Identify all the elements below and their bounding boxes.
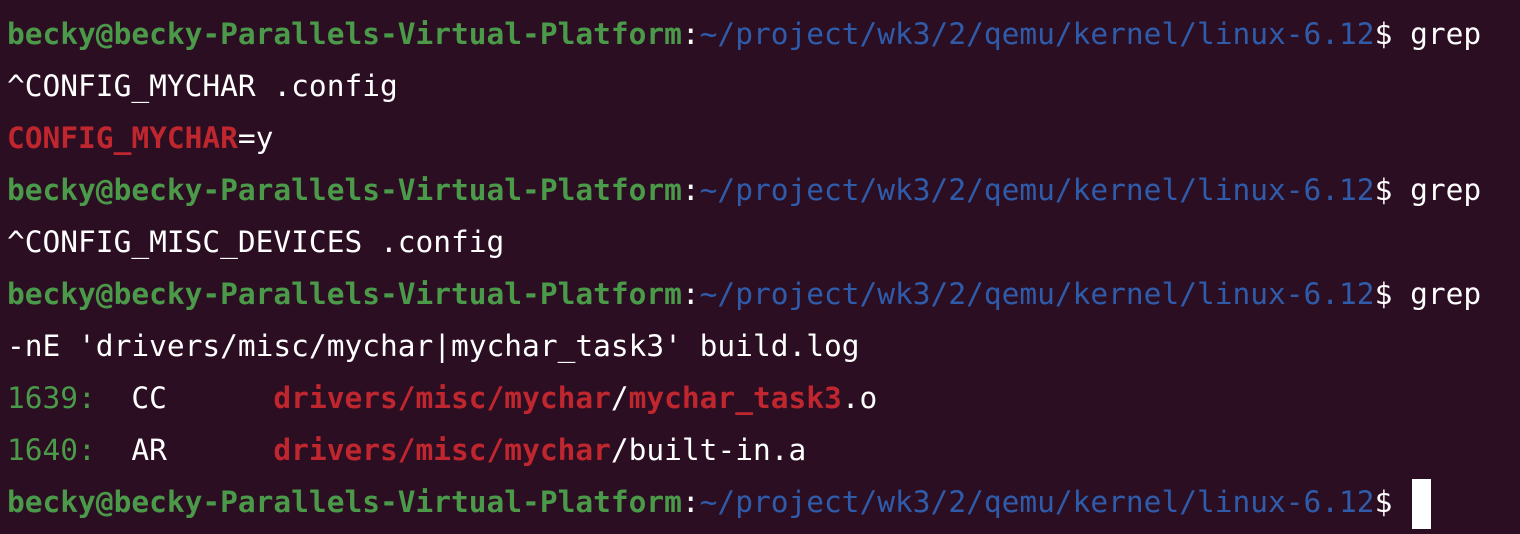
prompt-user-host: becky@becky-Parallels-Virtual-Platform bbox=[7, 277, 682, 311]
build-op: AR bbox=[95, 433, 274, 467]
line-number: 1639: bbox=[7, 381, 96, 415]
output-line: CONFIG_MYCHAR=y bbox=[7, 112, 1520, 164]
prompt-colon: : bbox=[681, 17, 700, 51]
prompt-colon: : bbox=[681, 277, 700, 311]
prompt-user-host: becky@becky-Parallels-Virtual-Platform bbox=[7, 485, 682, 519]
prompt-dollar: $ bbox=[1374, 485, 1411, 519]
command-text: grep bbox=[1410, 277, 1482, 311]
command-args: ^CONFIG_MYCHAR .config bbox=[7, 69, 398, 103]
command-text: grep bbox=[1410, 173, 1482, 207]
command-continuation: ^CONFIG_MISC_DEVICES .config bbox=[7, 216, 1520, 268]
prompt-line-2: becky@becky-Parallels-Virtual-Platform:~… bbox=[7, 164, 1520, 216]
command-continuation: -nE 'drivers/misc/mychar|mychar_task3' b… bbox=[7, 320, 1520, 372]
grep-match: drivers/misc/mychar bbox=[273, 381, 611, 415]
output-text: .o bbox=[841, 381, 878, 415]
grep-match: drivers/misc/mychar bbox=[273, 433, 611, 467]
command-continuation: ^CONFIG_MYCHAR .config bbox=[7, 60, 1520, 112]
prompt-line-1: becky@becky-Parallels-Virtual-Platform:~… bbox=[7, 8, 1520, 60]
command-text: grep bbox=[1410, 17, 1482, 51]
prompt-colon: : bbox=[681, 485, 700, 519]
command-args: ^CONFIG_MISC_DEVICES .config bbox=[7, 225, 505, 259]
prompt-path: ~/project/wk3/2/qemu/kernel/linux-6.12 bbox=[699, 17, 1375, 51]
output-text: /built-in.a bbox=[610, 433, 807, 467]
prompt-path: ~/project/wk3/2/qemu/kernel/linux-6.12 bbox=[699, 173, 1375, 207]
output-line: 1640: AR drivers/misc/mychar/built-in.a bbox=[7, 424, 1520, 476]
grep-match: CONFIG_MYCHAR bbox=[7, 121, 238, 155]
prompt-line-3: becky@becky-Parallels-Virtual-Platform:~… bbox=[7, 268, 1520, 320]
prompt-dollar: $ bbox=[1374, 173, 1411, 207]
output-line: 1639: CC drivers/misc/mychar/mychar_task… bbox=[7, 372, 1520, 424]
prompt-line-4[interactable]: becky@becky-Parallels-Virtual-Platform:~… bbox=[7, 476, 1520, 529]
text-cursor[interactable] bbox=[1412, 478, 1432, 529]
prompt-colon: : bbox=[681, 173, 700, 207]
build-op: CC bbox=[95, 381, 274, 415]
prompt-path: ~/project/wk3/2/qemu/kernel/linux-6.12 bbox=[699, 485, 1375, 519]
prompt-path: ~/project/wk3/2/qemu/kernel/linux-6.12 bbox=[699, 277, 1375, 311]
terminal-window[interactable]: becky@becky-Parallels-Virtual-Platform:~… bbox=[0, 0, 1520, 534]
prompt-dollar: $ bbox=[1374, 17, 1411, 51]
output-text: =y bbox=[237, 121, 274, 155]
line-number: 1640: bbox=[7, 433, 96, 467]
prompt-dollar: $ bbox=[1374, 277, 1411, 311]
grep-match: mychar_task3 bbox=[628, 381, 842, 415]
prompt-user-host: becky@becky-Parallels-Virtual-Platform bbox=[7, 173, 682, 207]
command-args: -nE 'drivers/misc/mychar|mychar_task3' b… bbox=[7, 329, 860, 363]
prompt-user-host: becky@becky-Parallels-Virtual-Platform bbox=[7, 17, 682, 51]
path-separator: / bbox=[610, 381, 629, 415]
